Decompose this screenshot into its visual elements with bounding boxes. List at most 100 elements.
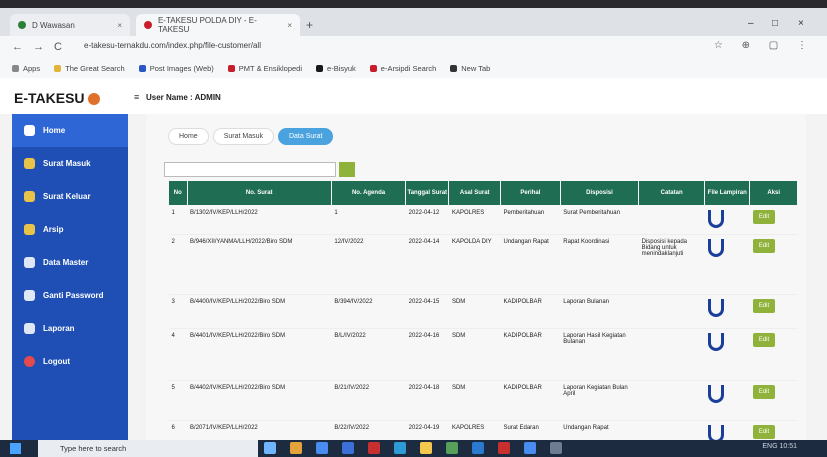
taskbar-app-icon[interactable]: [394, 442, 406, 454]
bookmark-item[interactable]: e-Arsipdi Search: [369, 64, 436, 73]
sidebar-item-data-master[interactable]: Data Master: [12, 246, 128, 279]
taskbar-app-icon[interactable]: [550, 442, 562, 454]
bookmark-item[interactable]: PMT & Ensiklopedi: [227, 64, 302, 73]
screen: D Wawasan × E-TAKESU POLDA DIY - E-TAKES…: [0, 0, 827, 457]
taskbar-app-icon[interactable]: [368, 442, 380, 454]
cell-disposisi: Laporan Kegiatan Bulan April: [560, 380, 639, 421]
edit-button[interactable]: Edit: [752, 425, 775, 439]
cell-disposisi: Surat Pemberitahuan: [560, 205, 639, 235]
monitor-bezel: [0, 0, 827, 8]
system-tray[interactable]: ENG 10:51: [762, 443, 797, 450]
bookmark-icon: [12, 64, 19, 72]
breadcrumb-surat-masuk[interactable]: Surat Masuk: [212, 128, 274, 145]
cell-tanggal: 2022-04-16: [405, 328, 449, 381]
reload-icon[interactable]: C: [54, 41, 62, 53]
sidebar-item-surat-masuk[interactable]: Surat Masuk: [12, 147, 128, 180]
url-field[interactable]: e-takesu-ternakdu.com/index.php/file-cus…: [84, 41, 261, 50]
column-header[interactable]: No: [168, 180, 188, 206]
taskbar-app-icon[interactable]: [316, 442, 328, 454]
breadcrumb-data-surat[interactable]: Data Surat: [277, 128, 334, 145]
column-header[interactable]: Asal Surat: [448, 180, 501, 206]
maximize-icon[interactable]: □: [772, 18, 778, 29]
tab-wawasan[interactable]: D Wawasan ×: [10, 14, 130, 36]
table-header-row: No No. Surat No. Agenda Tanggal Surat As…: [168, 180, 798, 206]
close-tab-icon[interactable]: ×: [287, 21, 292, 30]
bookmark-item[interactable]: New Tab: [450, 64, 490, 73]
column-header[interactable]: No. Agenda: [330, 180, 407, 206]
table-row: 3 B/4400/IV/KEP/LLH/2022/Biro SDM B/394/…: [168, 294, 798, 329]
sidebar-item-ganti-password[interactable]: Ganti Password: [12, 279, 128, 312]
taskbar-search-input[interactable]: Type here to search: [38, 440, 258, 457]
sidebar-item-surat-keluar[interactable]: Surat Keluar: [12, 180, 128, 213]
bookmark-item[interactable]: Post Images (Web): [138, 64, 214, 73]
table-row: 4 B/4401/IV/KEP/LLH/2022/Biro SDM B/L/IV…: [168, 328, 798, 381]
bookmark-item[interactable]: e-Bisyuk: [316, 64, 356, 73]
column-header[interactable]: Aksi: [749, 180, 798, 206]
cell-aksi: Edit: [749, 234, 798, 295]
brand-logo[interactable]: E-TAKESU: [14, 90, 100, 106]
attachment-icon[interactable]: [707, 239, 724, 257]
close-tab-icon[interactable]: ×: [117, 21, 122, 30]
attachment-icon[interactable]: [707, 333, 724, 351]
taskbar-app-icon[interactable]: [446, 442, 458, 454]
column-header[interactable]: Catatan: [638, 180, 706, 206]
key-icon: [24, 290, 35, 301]
tab-etakesu[interactable]: E-TAKESU POLDA DIY - E-TAKESU ×: [136, 14, 300, 36]
forward-icon[interactable]: →: [33, 41, 44, 53]
cell-file: [704, 234, 750, 295]
column-header[interactable]: No. Surat: [186, 180, 332, 206]
cell-tanggal: 2022-04-14: [405, 234, 449, 295]
edit-button[interactable]: Edit: [752, 385, 775, 399]
taskbar-app-icon[interactable]: [472, 442, 484, 454]
taskbar-app-icon[interactable]: [524, 442, 536, 454]
new-tab-button[interactable]: +: [306, 18, 313, 32]
cell-no-agenda: B/L/IV/2022: [331, 328, 406, 381]
windows-start-icon[interactable]: [10, 443, 21, 454]
extension-icons[interactable]: ☆ ⊕ ▢ ⋮: [714, 40, 815, 51]
taskbar-app-icon[interactable]: [420, 442, 432, 454]
attachment-icon[interactable]: [707, 385, 724, 403]
sidebar-item-logout[interactable]: Logout: [12, 345, 128, 378]
column-header[interactable]: File Lampiran: [704, 180, 751, 206]
sidebar: Home Surat Masuk Surat Keluar Arsip Data…: [12, 114, 128, 440]
taskbar-app-icon[interactable]: [264, 442, 276, 454]
attachment-icon[interactable]: [707, 299, 724, 317]
cell-no-agenda: B/21/IV/2022: [331, 380, 406, 421]
cell-asal: SDM: [448, 294, 501, 329]
taskbar-app-icon[interactable]: [290, 442, 302, 454]
column-header[interactable]: Disposisi: [559, 180, 640, 206]
search-button[interactable]: [339, 162, 355, 177]
menu-toggle-icon[interactable]: ≡: [134, 92, 139, 102]
user-name-label: User Name : ADMIN: [146, 93, 221, 102]
sidebar-item-laporan[interactable]: Laporan: [12, 312, 128, 345]
cell-disposisi: Rapat Koordinasi: [560, 234, 639, 295]
breadcrumb-home[interactable]: Home: [168, 128, 209, 145]
taskbar-app-icon[interactable]: [498, 442, 510, 454]
bookmark-item[interactable]: Apps: [12, 64, 40, 73]
cell-tanggal: 2022-04-12: [405, 205, 449, 235]
cell-perihal: Undangan Rapat: [500, 234, 561, 295]
column-header[interactable]: Tanggal Surat: [405, 180, 450, 206]
edit-button[interactable]: Edit: [752, 299, 775, 313]
letters-table: No No. Surat No. Agenda Tanggal Surat As…: [168, 180, 798, 450]
bookmark-item[interactable]: The Great Search: [54, 64, 125, 73]
cell-catatan: [638, 380, 705, 421]
cell-disposisi: Laporan Bulanan: [560, 294, 639, 329]
cell-no: 3: [168, 294, 188, 329]
taskbar-app-icon[interactable]: [342, 442, 354, 454]
attachment-icon[interactable]: [707, 210, 724, 228]
minimize-icon[interactable]: –: [748, 18, 754, 29]
sidebar-item-home[interactable]: Home: [12, 114, 128, 147]
back-icon[interactable]: ←: [12, 41, 23, 53]
edit-button[interactable]: Edit: [752, 239, 775, 253]
close-window-icon[interactable]: ×: [798, 18, 804, 29]
table-row: 5 B/4402/IV/KEP/LLH/2022/Biro SDM B/21/I…: [168, 380, 798, 421]
edit-button[interactable]: Edit: [752, 333, 775, 347]
sidebar-item-arsip[interactable]: Arsip: [12, 213, 128, 246]
search-input[interactable]: [164, 162, 336, 177]
edit-button[interactable]: Edit: [752, 210, 775, 224]
column-header[interactable]: Perihal: [499, 180, 561, 206]
cell-no-surat: B/4401/IV/KEP/LLH/2022/Biro SDM: [187, 328, 332, 381]
cell-file: [704, 294, 750, 329]
cell-no-surat: B/946/XII/YANMA/LLH/2022/Biro SDM: [187, 234, 332, 295]
